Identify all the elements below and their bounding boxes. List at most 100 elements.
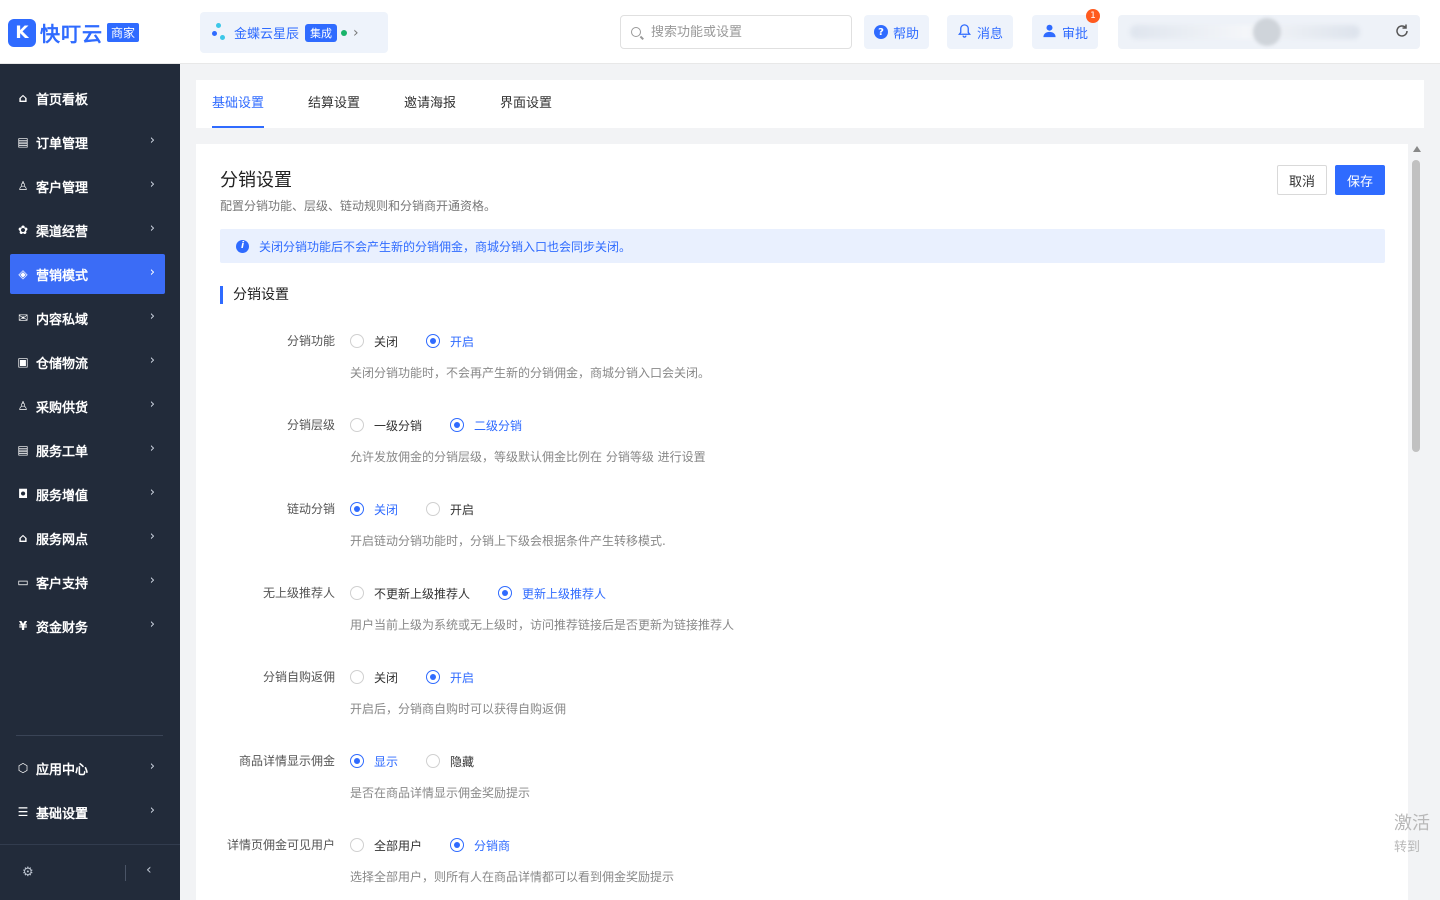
setting-hint: 允许发放佣金的分销层级，等级默认佣金比例在 分销等级 进行设置 — [350, 450, 706, 464]
logo-text: 快叮云 — [40, 22, 103, 46]
order-icon: ▤ — [17, 135, 29, 149]
tab-basic[interactable]: 基础设置 — [212, 80, 265, 128]
sidebar-item-value-added[interactable]: ◘ 服务增值 › — [10, 474, 165, 514]
radio-label: 一级分销 — [374, 418, 423, 433]
sidebar-item-label: 采购供货 — [36, 400, 89, 416]
scroll-up-arrow-icon[interactable] — [1413, 146, 1421, 152]
setting-label: 分销功能 — [286, 334, 335, 348]
radio-option[interactable]: 开启 — [426, 501, 474, 518]
help-button[interactable]: ? 帮助 — [864, 15, 930, 49]
watermark-line-1: 激活 — [1394, 813, 1430, 834]
tab-settlement[interactable]: 结算设置 — [308, 80, 360, 128]
radio-button[interactable] — [350, 838, 364, 852]
radio-label: 隐藏 — [450, 754, 475, 769]
radio-option[interactable]: 一级分销 — [350, 417, 422, 434]
radio-button[interactable] — [426, 502, 441, 516]
sidebar-item-support[interactable]: ▭ 客户支持 › — [10, 562, 165, 602]
chevron-right-icon: › — [149, 133, 155, 148]
radio-button[interactable] — [350, 670, 364, 684]
search-input[interactable] — [651, 24, 841, 40]
radio-option[interactable]: 关闭 — [350, 669, 398, 686]
radio-button[interactable] — [426, 754, 441, 768]
sidebar-item-label: 渠道经营 — [36, 224, 89, 240]
radio-label: 开启 — [450, 502, 475, 517]
radio-option[interactable]: 显示 — [350, 753, 398, 770]
approve-count-badge: 1 — [1086, 9, 1101, 23]
radio-button[interactable] — [498, 586, 513, 600]
sidebar-item-app-center[interactable]: ⬡ 应用中心 › — [10, 748, 165, 788]
radio-button[interactable] — [350, 334, 364, 348]
setting-chain-distribution: 链动分销 关闭 开启 开启链动分销功能时，分销上下级会根据条件产生转移模式. — [196, 500, 1408, 570]
radio-option[interactable]: 全部用户 — [350, 837, 422, 854]
sidebar-item-channels[interactable]: ✿ 渠道经营 › — [10, 210, 165, 250]
sidebar-item-basic-settings[interactable]: ☰ 基础设置 › — [10, 792, 165, 832]
setting-self-purchase-rebate: 分销自购返佣 关闭 开启 开启后，分销商自购时可以获得自购返佣 — [196, 668, 1408, 738]
brand-logo[interactable]: K 快叮云 商家 — [8, 18, 140, 47]
radio-label: 关闭 — [374, 334, 399, 349]
radio-label: 更新上级推荐人 — [522, 586, 607, 601]
setting-label: 分销层级 — [286, 418, 335, 432]
radio-option[interactable]: 不更新上级推荐人 — [350, 585, 470, 602]
radio-button[interactable] — [350, 418, 364, 432]
radio-button[interactable] — [450, 418, 465, 432]
chevron-right-icon: › — [149, 353, 155, 368]
setting-commission-visible-users: 详情页佣金可见用户 全部用户 分销商 选择全部用户，则所有人在商品详情都可以看到… — [196, 836, 1408, 900]
radio-option[interactable]: 二级分销 — [450, 417, 522, 434]
collapse-sidebar-icon[interactable]: ‹ — [146, 862, 152, 878]
sidebar-item-purchasing[interactable]: ♙ 采购供货 › — [10, 386, 165, 426]
person-icon — [1042, 23, 1057, 42]
radio-option[interactable]: 开启 — [426, 669, 474, 686]
sidebar-item-finance[interactable]: ¥ 资金财务 › — [10, 606, 165, 646]
settings-tabs: 基础设置 结算设置 邀请海报 界面设置 — [196, 80, 1424, 128]
app-switcher[interactable]: 金蝶云星辰 集成 › — [200, 12, 388, 53]
cube-icon: ⬡ — [17, 761, 29, 775]
sidebar-item-label: 仓储物流 — [36, 356, 89, 372]
chevron-right-icon: › — [149, 265, 155, 280]
bell-icon — [957, 23, 972, 42]
radio-group: 全部用户 分销商 — [350, 836, 538, 854]
refresh-icon[interactable] — [1394, 23, 1410, 44]
sidebar-item-label: 首页看板 — [36, 92, 89, 108]
tab-interface[interactable]: 界面设置 — [500, 80, 552, 128]
save-button[interactable]: 保存 — [1335, 165, 1385, 195]
radio-button[interactable] — [350, 586, 364, 600]
message-button[interactable]: 消息 — [947, 15, 1014, 49]
sidebar-item-warehouse[interactable]: ▣ 仓储物流 › — [10, 342, 165, 382]
sidebar-item-tickets[interactable]: ▤ 服务工单 › — [10, 430, 165, 470]
radio-button[interactable] — [450, 838, 465, 852]
sidebar-item-label: 服务工单 — [36, 444, 89, 460]
global-search[interactable] — [620, 15, 852, 49]
radio-button[interactable] — [426, 334, 441, 348]
scrollbar-thumb[interactable] — [1412, 160, 1420, 452]
sidebar-item-customers[interactable]: ♙ 客户管理 › — [10, 166, 165, 206]
sidebar-item-home[interactable]: ⌂ 首页看板 — [10, 78, 165, 118]
radio-button[interactable] — [350, 502, 364, 516]
radio-button[interactable] — [350, 754, 364, 768]
user-account[interactable] — [1118, 15, 1420, 49]
radio-group: 关闭 开启 — [350, 668, 502, 686]
sidebar-item-orders[interactable]: ▤ 订单管理 › — [10, 122, 165, 162]
setting-distribution-level: 分销层级 一级分销 二级分销 允许发放佣金的分销层级，等级默认佣金比例在 分销等… — [196, 416, 1408, 486]
sidebar-item-content[interactable]: ✉ 内容私域 › — [10, 298, 165, 338]
radio-option[interactable]: 开启 — [426, 333, 474, 350]
panel-scrollbar[interactable] — [1410, 144, 1424, 900]
radio-group: 关闭 开启 — [350, 500, 502, 518]
radio-option[interactable]: 分销商 — [450, 837, 510, 854]
sidebar-item-label: 营销模式 — [36, 268, 89, 284]
setting-label: 商品详情显示佣金 — [238, 754, 335, 768]
cancel-button[interactable]: 取消 — [1277, 165, 1327, 195]
radio-option[interactable]: 隐藏 — [426, 753, 474, 770]
approve-button[interactable]: 审批 1 — [1032, 9, 1101, 49]
radio-label: 开启 — [450, 334, 475, 349]
mail-icon: ✉ — [17, 311, 29, 325]
sidebar-item-label: 应用中心 — [36, 762, 89, 778]
sidebar-item-service-points[interactable]: ⌂ 服务网点 › — [10, 518, 165, 558]
radio-button[interactable] — [426, 670, 441, 684]
sidebar-item-marketing[interactable]: ◈ 营销模式 › — [10, 254, 165, 294]
radio-label: 关闭 — [374, 670, 399, 685]
radio-option[interactable]: 关闭 — [350, 501, 398, 518]
radio-option[interactable]: 关闭 — [350, 333, 398, 350]
radio-option[interactable]: 更新上级推荐人 — [498, 585, 606, 602]
tab-invite-poster[interactable]: 邀请海报 — [404, 80, 456, 128]
gear-icon[interactable]: ⚙ — [22, 865, 34, 880]
